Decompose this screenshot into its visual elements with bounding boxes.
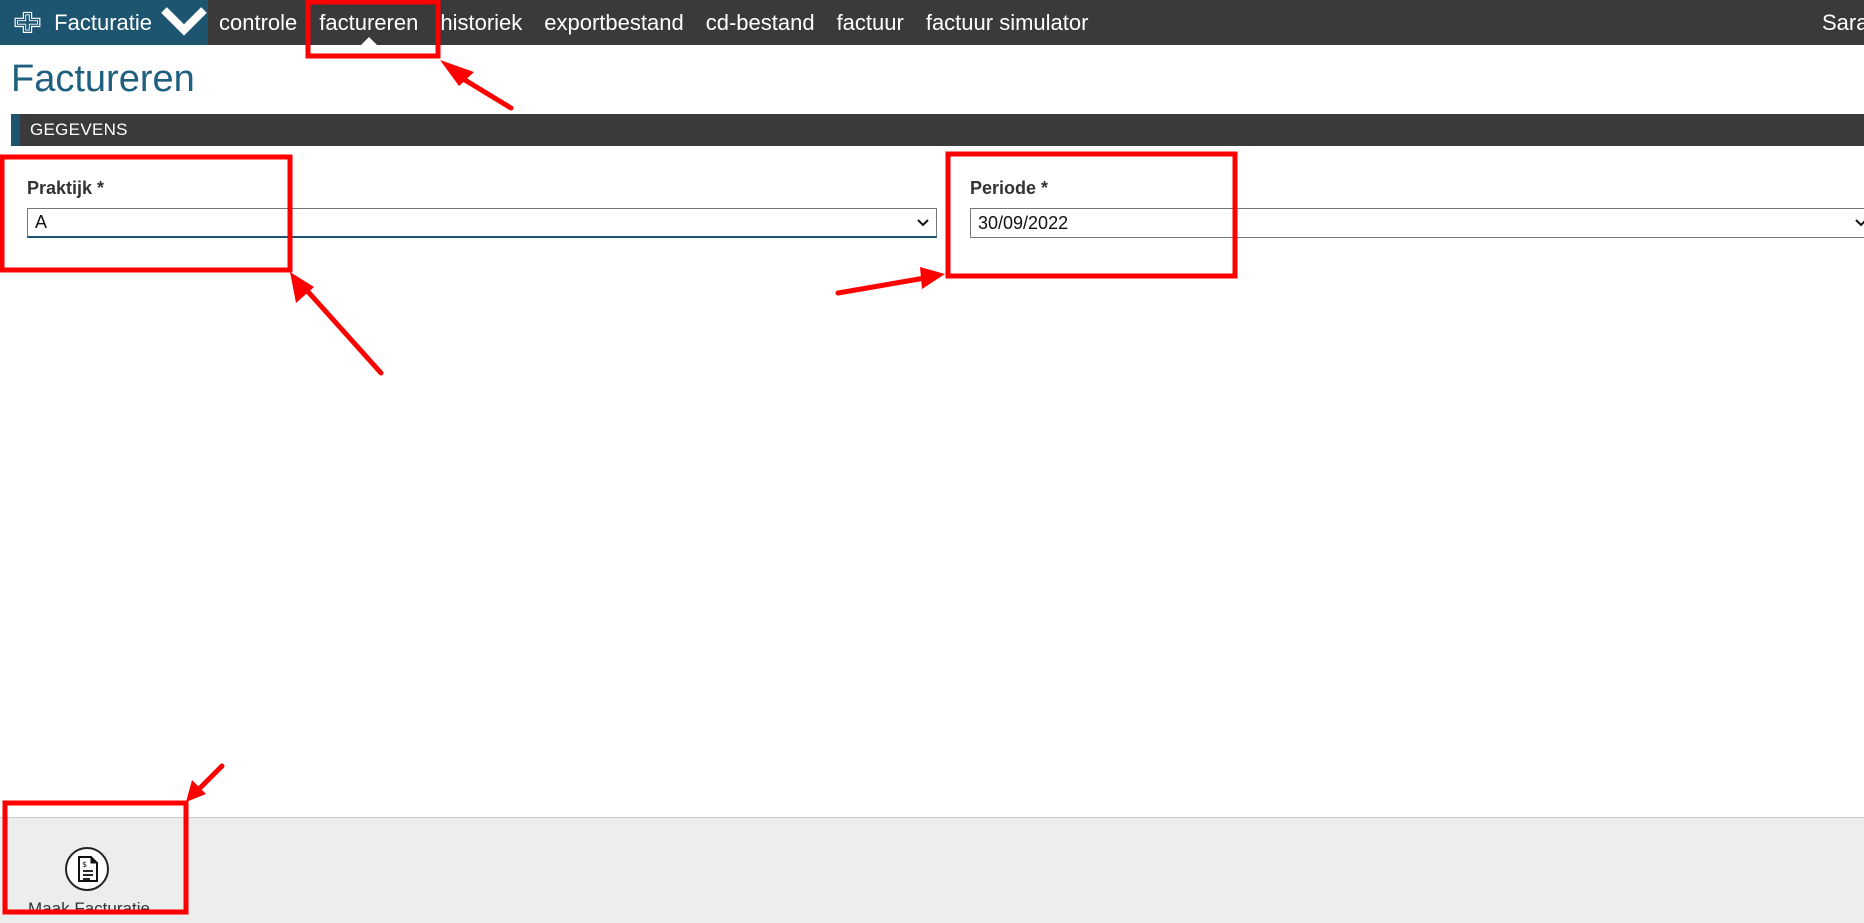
app-menu-label: Facturatie <box>54 9 152 35</box>
main-nav: controle factureren historiek exportbest… <box>208 0 1099 45</box>
nav-item-exportbestand[interactable]: exportbestand <box>533 0 694 45</box>
user-menu[interactable]: Sara <box>1822 0 1864 45</box>
chevron-down-icon <box>1855 219 1864 227</box>
periode-select[interactable]: 30/09/2022 <box>970 208 1864 238</box>
periode-value: 30/09/2022 <box>978 212 1069 233</box>
footer-toolbar: $ Maak Facturatie <box>0 817 1864 923</box>
praktijk-select[interactable]: A <box>27 208 937 238</box>
chevron-down-icon <box>917 219 929 227</box>
svg-text:$: $ <box>82 860 87 869</box>
nav-item-factureren[interactable]: factureren <box>308 0 429 45</box>
invoice-dollar-icon: $ <box>65 847 109 891</box>
maak-facturatie-label: Maak Facturatie <box>28 899 150 918</box>
praktijk-label: Praktijk * <box>27 178 105 198</box>
chevron-down-icon <box>160 2 208 45</box>
top-navigation-bar: Facturatie controle factureren historiek… <box>0 0 1864 45</box>
page-title: Factureren <box>11 58 195 100</box>
section-header: GEGEVENS <box>11 114 1864 146</box>
periode-label: Periode * <box>970 178 1049 198</box>
medical-cross-logo-icon <box>14 11 41 33</box>
nav-item-controle[interactable]: controle <box>208 0 308 45</box>
annotation-arrow-nav <box>452 71 514 111</box>
nav-item-factuur-simulator[interactable]: factuur simulator <box>915 0 1100 45</box>
annotation-arrow-praktijk <box>299 282 384 376</box>
annotation-arrow-periode <box>835 275 928 296</box>
app-menu-button[interactable]: Facturatie <box>0 0 208 45</box>
nav-item-historiek[interactable]: historiek <box>429 0 533 45</box>
maak-facturatie-button[interactable]: $ Maak Facturatie <box>24 832 154 918</box>
praktijk-value: A <box>35 212 48 232</box>
section-title: GEGEVENS <box>30 120 128 139</box>
nav-item-factuur[interactable]: factuur <box>826 0 915 45</box>
nav-item-cd-bestand[interactable]: cd-bestand <box>695 0 826 45</box>
annotation-arrow-footer <box>195 763 225 793</box>
